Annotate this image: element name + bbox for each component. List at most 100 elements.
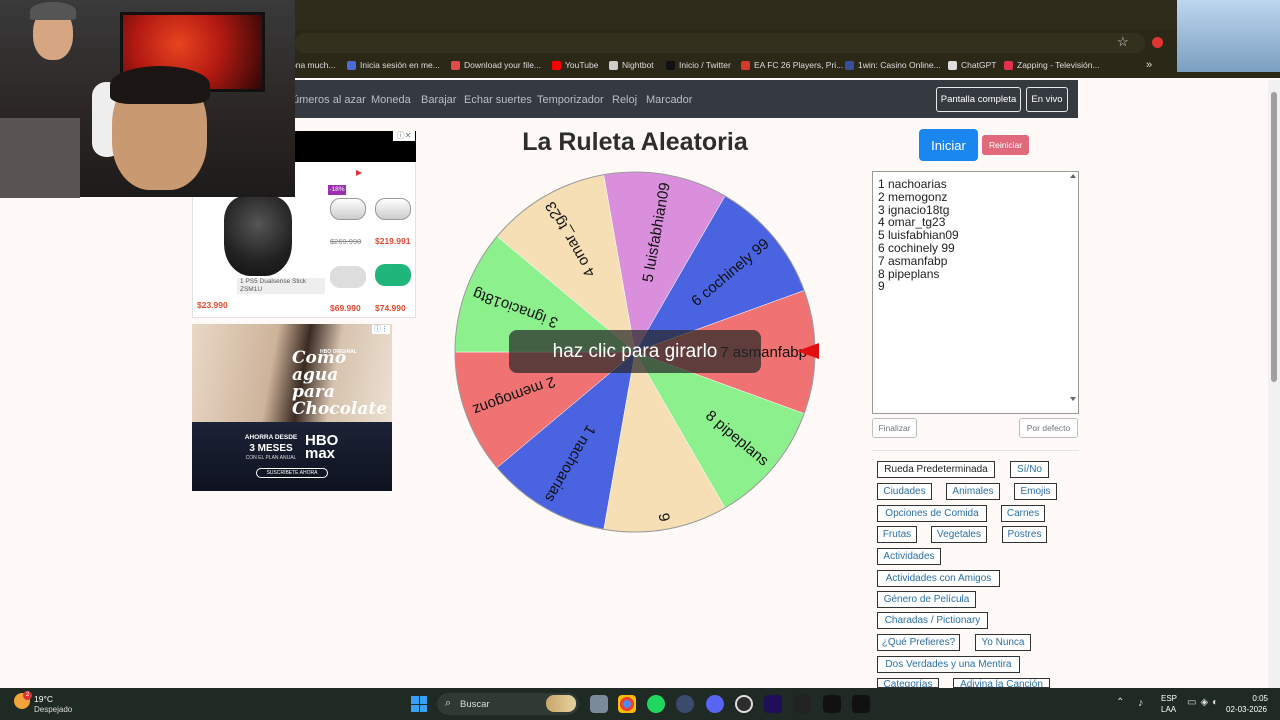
extension-icon[interactable] [1152, 37, 1163, 48]
nav-link-coin[interactable]: Moneda [371, 94, 411, 106]
category-button[interactable]: Frutas [877, 526, 917, 543]
mic-icon[interactable]: ♪ [1138, 697, 1144, 709]
chrome-icon[interactable] [618, 695, 636, 713]
bookmark-label: Inicia sesión en me... [360, 60, 440, 70]
bookmark-label: EA FC 26 Players, Pri... [754, 60, 844, 70]
task-view-icon[interactable] [590, 695, 608, 713]
name-line: 9 [878, 279, 885, 294]
category-button[interactable]: Categorías [877, 678, 939, 688]
bookmark-item[interactable]: Zapping - Televisión... [1004, 60, 1100, 70]
category-button[interactable]: Animales [946, 483, 1000, 500]
category-button[interactable]: Actividades [877, 548, 941, 565]
webcam-hair [110, 66, 210, 104]
weather-desc: Despejado [34, 705, 73, 714]
spin-tooltip[interactable]: haz clic para girarlo [509, 330, 761, 373]
bookmark-item[interactable]: Inicia sesión en me... [347, 60, 440, 70]
nav-link-lots[interactable]: Echar suertes [464, 94, 532, 106]
default-button[interactable]: Por defecto [1019, 418, 1078, 438]
keyboard-layout[interactable]: LAA [1161, 705, 1176, 714]
category-button[interactable]: Dos Verdades y una Mentira [877, 656, 1020, 673]
divider [872, 450, 1079, 451]
nav-link-shuffle[interactable]: Barajar [421, 94, 456, 106]
category-button[interactable]: Emojis [1014, 483, 1057, 500]
nav-link-timer[interactable]: Temporizador [537, 94, 604, 106]
ad-close-icon[interactable]: ⓘ⋮ [372, 325, 390, 334]
old-price: $269.990 [330, 237, 362, 246]
address-bar[interactable] [295, 33, 1145, 53]
category-button[interactable]: Opciones de Comida [877, 505, 987, 522]
category-button[interactable]: Actividades con Amigos [877, 570, 1000, 587]
obs-icon[interactable] [735, 695, 753, 713]
ad-subscribe-button[interactable]: SUSCRÍBETE AHORA [256, 468, 328, 478]
affinity-icon[interactable] [793, 695, 811, 713]
finish-button[interactable]: Finalizar [872, 418, 917, 438]
bookmark-item[interactable]: Download your file... [451, 60, 541, 70]
bookmark-favicon-icon [1004, 60, 1013, 70]
category-button[interactable]: Yo Nunca [975, 634, 1031, 651]
reset-button[interactable]: Reiniciar [982, 135, 1029, 155]
windows-taskbar [0, 688, 1280, 720]
ad-savings: AHORRA DESDE [244, 434, 298, 441]
bookmarks-more-icon[interactable]: » [1146, 59, 1152, 71]
clock-time[interactable]: 0:05 [1238, 694, 1268, 703]
names-textarea[interactable]: 1 nachoarias 2 memogonz 3 ignacio18tg 4 oma… [872, 171, 1079, 414]
price-2: $219.991 [375, 236, 411, 246]
app-icon[interactable] [676, 695, 694, 713]
live-button[interactable]: En vivo [1026, 87, 1068, 112]
bookmark-item[interactable]: 1win: Casino Online... [845, 60, 941, 70]
category-button[interactable]: Postres [1002, 526, 1047, 543]
windows-start-icon[interactable] [411, 696, 427, 712]
category-button[interactable]: Género de Película [877, 591, 976, 608]
name-line: 2 memogonz [878, 189, 948, 204]
product-label: 1 PS5 Dualsense Stick ZSM1U [237, 278, 325, 294]
system-tray-icons[interactable]: ▭◈◐ [1187, 697, 1222, 708]
discord-icon[interactable] [706, 695, 724, 713]
fullscreen-button[interactable]: Pantalla completa [936, 87, 1021, 112]
bookmark-label: ona much... [291, 60, 336, 70]
bookmark-label: Zapping - Televisión... [1017, 60, 1100, 70]
ad-close-icon[interactable]: ⓘ✕ [393, 131, 415, 141]
bookmark-label: Inicio / Twitter [679, 60, 731, 70]
app-m-icon[interactable] [823, 695, 841, 713]
bookmark-item[interactable]: YouTube [552, 60, 598, 70]
bookmark-label: Download your file... [464, 60, 542, 70]
category-button[interactable]: Carnes [1001, 505, 1045, 522]
category-button[interactable]: Vegetales [931, 526, 987, 543]
premiere-icon[interactable] [764, 695, 782, 713]
bookmark-item[interactable]: ChatGPT [948, 60, 996, 70]
category-button[interactable]: Sí/No [1010, 461, 1049, 478]
textarea-scrollbar[interactable] [1068, 172, 1078, 413]
main-price: $23.990 [197, 300, 228, 310]
clock-date[interactable]: 02-03-2026 [1226, 705, 1267, 714]
category-button[interactable]: Charadas / Pictionary [877, 612, 988, 629]
app-m2-icon[interactable] [852, 695, 870, 713]
name-line: 1 nachoarias [878, 177, 947, 191]
webcam2-cap [30, 2, 76, 20]
nav-link-clock[interactable]: Reloj [612, 94, 637, 106]
weather-badge: 2 [23, 691, 32, 700]
tray-chevron-icon[interactable]: ⌃ [1116, 697, 1124, 708]
category-button[interactable]: Ciudades [877, 483, 932, 500]
category-button[interactable]: Rueda Predeterminada [877, 461, 995, 478]
bookmark-item[interactable]: ona much... [291, 60, 335, 70]
wheel-pointer [797, 343, 819, 359]
bookmark-label: 1win: Casino Online... [858, 60, 941, 70]
category-button[interactable]: Adivina la Canción [953, 678, 1050, 688]
category-button[interactable]: ¿Qué Prefieres? [877, 634, 960, 651]
bookmark-item[interactable]: EA FC 26 Players, Pri... [741, 60, 843, 70]
name-line: 6 cochinely 99 [878, 240, 955, 255]
ad-play-icon: ▶ [356, 168, 363, 177]
start-button[interactable]: Iniciar [919, 129, 978, 161]
bookmark-item[interactable]: Inicio / Twitter [666, 60, 731, 70]
price-3: $69.990 [330, 303, 361, 313]
bookmark-star-icon[interactable]: ☆ [1117, 34, 1129, 50]
nav-link-numbers[interactable]: úmeros al azar [293, 94, 366, 106]
spotify-icon[interactable] [647, 695, 665, 713]
page-scrollbar-thumb[interactable] [1271, 92, 1277, 382]
weather-temp: 19°C [34, 694, 53, 704]
bookmark-item[interactable]: Nightbot [609, 60, 654, 70]
gamepad-green-image [375, 264, 411, 286]
nav-link-scoreboard[interactable]: Marcador [646, 94, 692, 106]
language[interactable]: ESP [1161, 694, 1177, 703]
webcam-background [0, 118, 80, 198]
